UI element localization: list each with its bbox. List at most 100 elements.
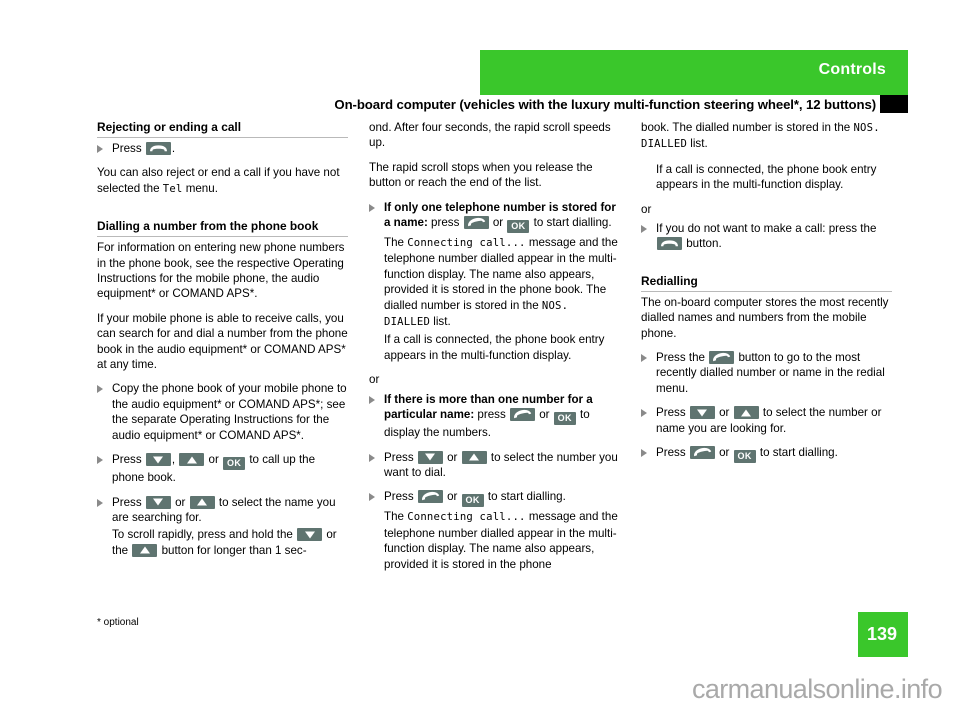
list-item: Press or OK to start dialling. bbox=[369, 489, 620, 508]
sub-text-pre: The bbox=[384, 236, 408, 250]
step-text: press bbox=[427, 216, 460, 230]
step-text: Press bbox=[112, 453, 142, 467]
step-text: Press bbox=[112, 495, 142, 509]
arrow-down-icon[interactable] bbox=[145, 453, 171, 467]
sub-text-pre: To scroll rapidly, press and hold the bbox=[112, 528, 297, 542]
paragraph-text-tail: menu. bbox=[182, 181, 218, 195]
middle-column: ond. After four seconds, the rapid scrol… bbox=[369, 120, 620, 590]
list-item: Press or OK to start dialling. bbox=[641, 445, 892, 464]
list-item: If you do not want to make a call: press… bbox=[641, 221, 892, 252]
triangle-down-glyph bbox=[153, 456, 164, 464]
list-item: Press the button to go to the most recen… bbox=[641, 350, 892, 396]
phone-hangup-icon[interactable] bbox=[145, 142, 171, 155]
sub-text-pre: The bbox=[384, 510, 408, 524]
list-item: Copy the phone book of your mobile phone… bbox=[97, 381, 348, 443]
or-separator: or bbox=[641, 202, 652, 216]
mono-tel: Tel bbox=[162, 182, 183, 195]
paragraph-text: You can also reject or end a call if you… bbox=[97, 166, 340, 195]
ok-button-icon[interactable]: OK bbox=[461, 494, 484, 508]
phone-pickup-icon[interactable] bbox=[709, 351, 735, 365]
step-text-tail: to start dialling. bbox=[530, 216, 612, 230]
paragraph-text-tail: list. bbox=[687, 137, 708, 151]
mono-connecting-call: Connecting call... bbox=[407, 511, 526, 524]
site-watermark: carmanualsonline.info bbox=[691, 674, 943, 704]
ok-button-icon[interactable]: OK bbox=[733, 450, 756, 464]
chapter-header-band: Controls bbox=[480, 50, 908, 95]
sub-paragraph: The Connecting call... message and the t… bbox=[369, 235, 620, 330]
sub-paragraph: If a call is connected, the phone book e… bbox=[656, 162, 877, 192]
arrow-up-icon[interactable] bbox=[132, 543, 158, 557]
triangle-up-glyph bbox=[197, 498, 208, 506]
step-text: If you do not want to make a call: press… bbox=[656, 222, 877, 236]
step-text: Press bbox=[384, 450, 414, 464]
arrow-down-icon[interactable] bbox=[417, 450, 443, 464]
arrow-up-icon[interactable] bbox=[733, 406, 759, 420]
step-text-or: or bbox=[205, 453, 223, 467]
list-item: Press or to select the number or name yo… bbox=[641, 405, 892, 436]
left-column: Rejecting or ending a call Press . You c… bbox=[97, 120, 348, 590]
arrow-down-icon[interactable] bbox=[297, 528, 323, 542]
section-heading-dialling: Dialling a number from the phone book bbox=[97, 219, 348, 238]
triangle-down-glyph bbox=[304, 531, 315, 539]
phone-pickup-icon[interactable] bbox=[463, 216, 489, 230]
step-text: Copy the phone book of your mobile phone… bbox=[112, 382, 347, 442]
page-title: On-board computer (vehicles with the lux… bbox=[334, 97, 876, 112]
ok-button-icon[interactable]: OK bbox=[553, 412, 576, 426]
step-text-or: or bbox=[536, 408, 553, 422]
phone-pickup-icon[interactable] bbox=[417, 490, 443, 504]
phone-pickup-icon[interactable] bbox=[689, 446, 715, 460]
bullet-triangle-icon bbox=[641, 449, 647, 458]
bullet-triangle-icon bbox=[97, 145, 103, 153]
paragraph: The on-board computer stores the most re… bbox=[641, 295, 889, 340]
bullet-triangle-icon bbox=[369, 203, 375, 212]
bullet-triangle-icon bbox=[97, 385, 103, 394]
triangle-up-glyph bbox=[469, 453, 480, 461]
list-item: Press . bbox=[97, 141, 348, 156]
section-heading-redialling: Redialling bbox=[641, 274, 892, 292]
right-column: book. The dialled number is stored in th… bbox=[641, 120, 892, 590]
paragraph: book. The dialled number is stored in th… bbox=[641, 120, 892, 153]
arrow-up-icon[interactable] bbox=[179, 453, 205, 467]
page-number-badge: 139 bbox=[858, 612, 908, 657]
phone-pickup-icon[interactable] bbox=[510, 408, 536, 422]
ok-button-icon[interactable]: OK bbox=[507, 220, 530, 234]
step-text-tail: . bbox=[171, 142, 176, 155]
ok-button-icon[interactable]: OK bbox=[223, 457, 246, 471]
arrow-down-icon[interactable] bbox=[689, 406, 715, 420]
step-text-or: or bbox=[443, 450, 461, 464]
bullet-triangle-icon bbox=[369, 493, 375, 502]
step-text-tail: button. bbox=[683, 237, 722, 251]
section-heading-rejecting: Rejecting or ending a call bbox=[97, 120, 348, 138]
paragraph: If your mobile phone is able to receive … bbox=[97, 311, 348, 372]
arrow-down-icon[interactable] bbox=[145, 495, 171, 509]
sub-paragraph: If a call is connected, the phone book e… bbox=[384, 333, 605, 362]
list-item: If only one telephone number is stored f… bbox=[369, 200, 620, 234]
phone-hangup-icon[interactable] bbox=[657, 237, 682, 251]
step-text: Press bbox=[656, 406, 686, 420]
chapter-title: Controls bbox=[818, 61, 886, 78]
triangle-up-glyph bbox=[186, 456, 197, 464]
step-text-or: or bbox=[171, 495, 189, 509]
step-text: Press bbox=[112, 142, 142, 155]
triangle-down-glyph bbox=[153, 498, 164, 506]
arrow-up-icon[interactable] bbox=[189, 495, 215, 509]
paragraph: For information on entering new phone nu… bbox=[97, 241, 345, 301]
page-number: 139 bbox=[867, 624, 898, 644]
step-text: Press the bbox=[656, 351, 705, 365]
or-separator: or bbox=[369, 373, 380, 387]
bullet-triangle-icon bbox=[641, 225, 647, 234]
step-text-or: or bbox=[443, 490, 461, 504]
list-item: Press , or OK to call up the phone book. bbox=[97, 452, 348, 485]
footnote-optional: * optional bbox=[97, 617, 139, 628]
triangle-down-glyph bbox=[697, 409, 708, 417]
paragraph: ond. After four seconds, the rapid scrol… bbox=[369, 121, 611, 150]
arrow-up-icon[interactable] bbox=[461, 450, 487, 464]
bullet-triangle-icon bbox=[641, 409, 647, 418]
step-text-or: or bbox=[715, 446, 733, 460]
sub-text-tail: button for longer than 1 sec- bbox=[158, 543, 307, 557]
triangle-up-glyph bbox=[741, 409, 752, 417]
bullet-triangle-icon bbox=[97, 456, 103, 465]
triangle-down-glyph bbox=[425, 453, 436, 461]
list-item: Press or to select the number you want t… bbox=[369, 450, 620, 481]
step-text: Press bbox=[384, 490, 414, 504]
